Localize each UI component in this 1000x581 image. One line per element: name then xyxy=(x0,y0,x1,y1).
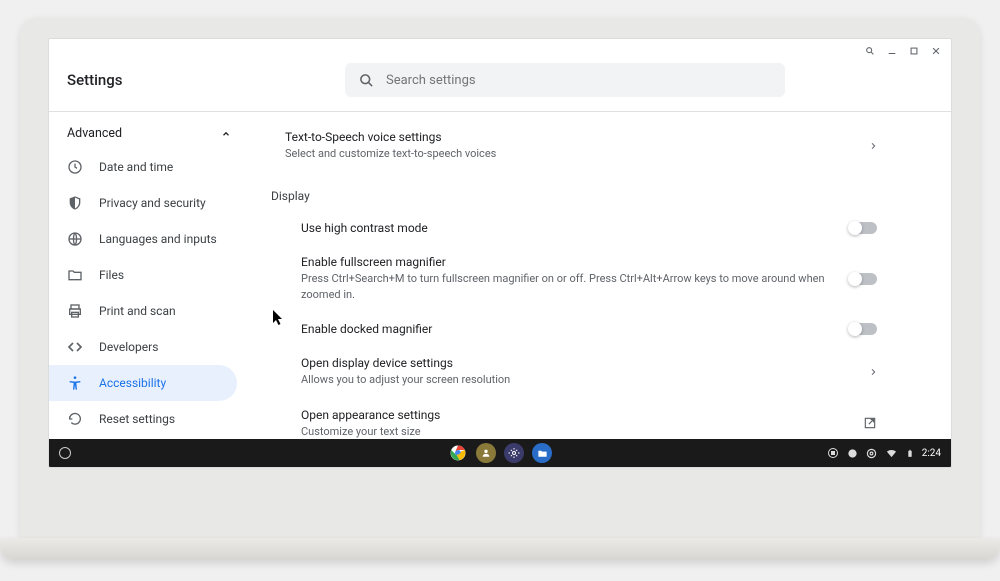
printer-icon xyxy=(67,303,83,319)
setting-row-docked-magnifier: Enable docked magnifier xyxy=(271,312,891,346)
toggle-fullscreen-magnifier[interactable] xyxy=(849,273,877,285)
content-area: Text-to-Speech voice settings Select and… xyxy=(249,112,951,439)
shelf: 2:24 xyxy=(49,439,951,467)
nav-label: Print and scan xyxy=(99,304,176,318)
window-titlebar xyxy=(49,39,951,63)
chevron-up-icon xyxy=(221,129,231,139)
reset-icon xyxy=(67,411,83,427)
chevron-right-icon xyxy=(869,140,877,152)
minimize-button[interactable] xyxy=(887,46,897,56)
app-header: Settings xyxy=(49,63,951,111)
sidebar-item-languages[interactable]: Languages and inputs xyxy=(49,221,237,257)
shield-icon xyxy=(67,195,83,211)
launcher-icon[interactable] xyxy=(59,447,71,459)
search-input[interactable] xyxy=(386,73,771,88)
setting-row-fullscreen-magnifier: Enable fullscreen magnifier Press Ctrl+S… xyxy=(271,245,891,312)
setting-title: Enable fullscreen magnifier xyxy=(301,255,829,269)
close-button[interactable] xyxy=(931,46,941,56)
sidebar-item-privacy[interactable]: Privacy and security xyxy=(49,185,237,221)
wifi-icon[interactable] xyxy=(885,448,898,459)
app-icon-settings[interactable] xyxy=(504,443,524,463)
sidebar-item-reset[interactable]: Reset settings xyxy=(49,401,237,437)
status-settings-icon[interactable] xyxy=(866,448,877,459)
app-icon-1[interactable] xyxy=(476,443,496,463)
clock-icon xyxy=(67,159,83,175)
status-stop-icon[interactable] xyxy=(827,447,839,459)
nav-label: Developers xyxy=(99,340,158,354)
nav-label: Date and time xyxy=(99,160,173,174)
maximize-button[interactable] xyxy=(909,46,919,56)
toggle-docked-magnifier[interactable] xyxy=(849,323,877,335)
page-title: Settings xyxy=(67,71,335,89)
shelf-clock[interactable]: 2:24 xyxy=(922,448,941,459)
setting-title: Use high contrast mode xyxy=(301,221,829,235)
sidebar-section-advanced[interactable]: Advanced xyxy=(49,118,249,149)
sidebar-section-label: Advanced xyxy=(67,126,122,141)
setting-title: Text-to-Speech voice settings xyxy=(285,130,849,144)
sidebar-item-files[interactable]: Files xyxy=(49,257,237,293)
sidebar-item-accessibility[interactable]: Accessibility xyxy=(49,365,237,401)
sidebar: Advanced Date and time Privacy and secur… xyxy=(49,112,249,439)
battery-icon[interactable] xyxy=(906,447,914,460)
setting-subtitle: Press Ctrl+Search+M to turn fullscreen m… xyxy=(301,271,829,302)
setting-subtitle: Allows you to adjust your screen resolut… xyxy=(301,372,849,387)
search-bar[interactable] xyxy=(345,63,785,97)
setting-title: Open display device settings xyxy=(301,356,849,370)
accessibility-icon xyxy=(67,375,83,391)
status-notification-icon[interactable] xyxy=(847,448,858,459)
sidebar-item-date-time[interactable]: Date and time xyxy=(49,149,237,185)
nav-label: Accessibility xyxy=(99,376,166,390)
setting-row-display-device[interactable]: Open display device settings Allows you … xyxy=(271,346,891,397)
zoom-icon[interactable] xyxy=(865,46,875,56)
nav-label: Languages and inputs xyxy=(99,232,217,246)
setting-row-appearance[interactable]: Open appearance settings Customize your … xyxy=(271,398,891,439)
sidebar-item-print[interactable]: Print and scan xyxy=(49,293,237,329)
code-icon xyxy=(67,339,83,355)
toggle-high-contrast[interactable] xyxy=(849,222,877,234)
globe-icon xyxy=(67,231,83,247)
nav-label: Reset settings xyxy=(99,412,175,426)
app-icon-chrome[interactable] xyxy=(448,443,468,463)
chevron-right-icon xyxy=(869,366,877,378)
nav-label: Files xyxy=(99,268,124,282)
section-label-display: Display xyxy=(271,171,891,211)
folder-icon xyxy=(67,267,83,283)
setting-subtitle: Customize your text size xyxy=(301,424,843,439)
nav-label: Privacy and security xyxy=(99,196,206,210)
setting-subtitle: Select and customize text-to-speech voic… xyxy=(285,146,849,161)
setting-title: Open appearance settings xyxy=(301,408,843,422)
search-icon xyxy=(359,73,374,88)
setting-title: Enable docked magnifier xyxy=(301,322,829,336)
external-link-icon xyxy=(863,416,877,430)
setting-row-tts[interactable]: Text-to-Speech voice settings Select and… xyxy=(271,120,891,171)
app-icon-files[interactable] xyxy=(532,443,552,463)
laptop-base xyxy=(0,538,1000,560)
sidebar-item-developers[interactable]: Developers xyxy=(49,329,237,365)
setting-row-high-contrast: Use high contrast mode xyxy=(271,211,891,245)
